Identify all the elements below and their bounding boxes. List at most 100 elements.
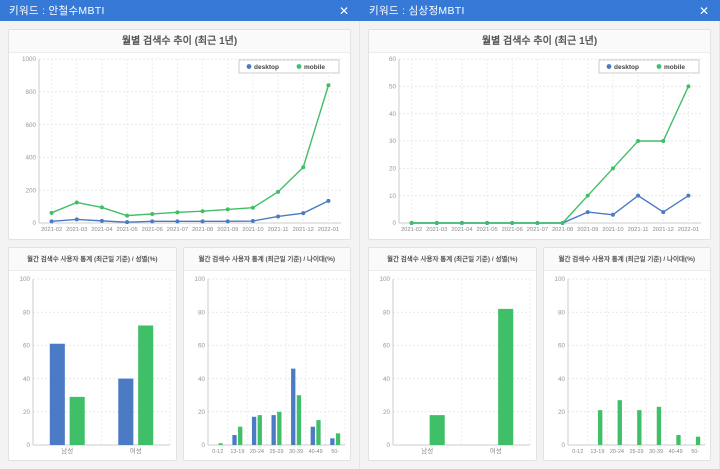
trend-line-chart[interactable]: 0 10 20 30 40 50 60 2021-02 2021-03 2021-04 2021-0… bbox=[369, 53, 710, 238]
svg-text:20: 20 bbox=[23, 409, 31, 416]
panel-header: 키워드 : 안철수MBTI ✕ bbox=[0, 0, 360, 21]
trend-chart-card: 월별 검색수 추이 (최근 1년) 0 200 400 600 800 1000 2021-… bbox=[8, 29, 351, 240]
svg-text:2021-03: 2021-03 bbox=[66, 227, 87, 233]
svg-text:100: 100 bbox=[379, 276, 390, 283]
svg-text:600: 600 bbox=[25, 122, 36, 129]
svg-text:2021-08: 2021-08 bbox=[192, 227, 213, 233]
svg-text:25-29: 25-29 bbox=[269, 449, 283, 455]
svg-text:30-39: 30-39 bbox=[649, 449, 663, 455]
svg-text:60: 60 bbox=[23, 343, 31, 350]
panel-keyword-title: 키워드 : 안철수MBTI bbox=[9, 5, 105, 17]
age-chart-card: 월간 검색수 사용자 통계 (최근일 기준) / 나이대(%) 0 20 40 60 8… bbox=[182, 247, 351, 461]
svg-text:0: 0 bbox=[386, 442, 390, 449]
svg-text:2021-12: 2021-12 bbox=[293, 227, 314, 233]
svg-text:60: 60 bbox=[557, 343, 565, 350]
svg-text:desktop: desktop bbox=[614, 64, 639, 71]
svg-text:0: 0 bbox=[32, 220, 36, 227]
age-chart-card: 월간 검색수 사용자 통계 (최근일 기준) / 나이대(%) 0 20 40 60 8… bbox=[542, 247, 711, 461]
svg-text:2021-09: 2021-09 bbox=[217, 227, 238, 233]
svg-text:desktop: desktop bbox=[254, 64, 279, 71]
svg-text:200: 200 bbox=[25, 187, 36, 194]
svg-text:50-: 50- bbox=[331, 449, 339, 455]
svg-text:2021-11: 2021-11 bbox=[268, 227, 289, 233]
svg-text:80: 80 bbox=[197, 309, 205, 316]
svg-text:20: 20 bbox=[197, 409, 205, 416]
svg-text:mobile: mobile bbox=[304, 64, 325, 71]
svg-text:40: 40 bbox=[389, 111, 397, 118]
svg-text:40-49: 40-49 bbox=[308, 449, 322, 455]
svg-text:2021-07: 2021-07 bbox=[527, 227, 548, 233]
close-icon[interactable]: ✕ bbox=[337, 4, 351, 18]
svg-text:0-12: 0-12 bbox=[212, 449, 223, 455]
svg-text:10: 10 bbox=[389, 193, 397, 200]
gender-bar-chart[interactable]: 0 20 40 60 80 100 남성 여성 bbox=[9, 271, 176, 459]
svg-text:40: 40 bbox=[557, 376, 565, 383]
svg-text:20: 20 bbox=[383, 409, 391, 416]
svg-text:30: 30 bbox=[389, 138, 397, 145]
svg-text:2021-07: 2021-07 bbox=[167, 227, 188, 233]
svg-text:60: 60 bbox=[197, 343, 205, 350]
svg-text:80: 80 bbox=[557, 309, 565, 316]
svg-text:40: 40 bbox=[197, 376, 205, 383]
svg-text:800: 800 bbox=[25, 89, 36, 96]
trend-chart-card: 월별 검색수 추이 (최근 1년) 0 10 20 30 40 50 60 2021-02 20… bbox=[368, 29, 711, 240]
svg-text:2022-01: 2022-01 bbox=[678, 227, 699, 233]
svg-text:13-19: 13-19 bbox=[230, 449, 244, 455]
svg-text:2021-05: 2021-05 bbox=[116, 227, 137, 233]
close-icon[interactable]: ✕ bbox=[697, 4, 711, 18]
svg-text:30-39: 30-39 bbox=[289, 449, 303, 455]
svg-text:남성: 남성 bbox=[61, 446, 73, 455]
svg-text:50: 50 bbox=[389, 84, 397, 91]
panel-body: 월별 검색수 추이 (최근 1년) 0 200 400 600 800 1000 2021-… bbox=[0, 21, 360, 469]
gender-chart-card: 월간 검색수 사용자 통계 (최근일 기준) / 성별(%) 0 20 40 60 80… bbox=[8, 247, 177, 461]
svg-text:2021-10: 2021-10 bbox=[602, 227, 623, 233]
svg-text:2021-06: 2021-06 bbox=[502, 227, 523, 233]
age-bar-chart[interactable]: 0 20 40 60 80 100 0-12 13-19 20-24 25-29 30-39 40-4… bbox=[184, 271, 351, 459]
gender-chart-card: 월간 검색수 사용자 통계 (최근일 기준) / 성별(%) 0 20 40 60 80… bbox=[368, 247, 537, 461]
svg-text:20: 20 bbox=[389, 166, 397, 173]
svg-text:60: 60 bbox=[389, 56, 397, 63]
svg-text:1000: 1000 bbox=[22, 56, 37, 63]
svg-text:80: 80 bbox=[23, 309, 31, 316]
svg-text:80: 80 bbox=[383, 309, 391, 316]
svg-text:60: 60 bbox=[383, 343, 391, 350]
svg-text:여성: 여성 bbox=[130, 446, 142, 455]
svg-text:0-12: 0-12 bbox=[572, 449, 583, 455]
panel-body: 월별 검색수 추이 (최근 1년) 0 10 20 30 40 50 60 2021-02 20… bbox=[360, 21, 720, 469]
svg-text:0: 0 bbox=[26, 442, 30, 449]
svg-text:2021-04: 2021-04 bbox=[451, 227, 473, 233]
keyword-panel-left: 키워드 : 안철수MBTI ✕ 월별 검색수 추이 (최근 1년) 0 200 40… bbox=[0, 0, 360, 469]
age-chart-title: 월간 검색수 사용자 통계 (최근일 기준) / 나이대(%) bbox=[183, 248, 350, 271]
svg-text:2021-06: 2021-06 bbox=[142, 227, 163, 233]
gender-bar-chart[interactable]: 0 20 40 60 80 100 남성 여성 bbox=[369, 271, 536, 459]
stats-row: 월간 검색수 사용자 통계 (최근일 기준) / 성별(%) 0 20 40 60 80… bbox=[368, 247, 711, 461]
svg-text:0: 0 bbox=[201, 442, 205, 449]
trend-chart-title: 월별 검색수 추이 (최근 1년) bbox=[369, 30, 710, 53]
svg-text:2021-02: 2021-02 bbox=[41, 227, 62, 233]
svg-text:여성: 여성 bbox=[490, 446, 502, 455]
trend-chart-title: 월별 검색수 추이 (최근 1년) bbox=[9, 30, 350, 53]
svg-text:100: 100 bbox=[19, 276, 30, 283]
svg-text:20: 20 bbox=[557, 409, 565, 416]
gender-chart-title: 월간 검색수 사용자 통계 (최근일 기준) / 성별(%) bbox=[369, 248, 536, 271]
svg-text:2021-03: 2021-03 bbox=[426, 227, 447, 233]
svg-text:2021-04: 2021-04 bbox=[91, 227, 113, 233]
age-bar-chart[interactable]: 0 20 40 60 80 100 0-12 13-19 20-24 25-29 30-39 40-4… bbox=[544, 271, 711, 459]
svg-text:20-24: 20-24 bbox=[249, 449, 263, 455]
svg-text:2021-11: 2021-11 bbox=[628, 227, 649, 233]
svg-text:40: 40 bbox=[383, 376, 391, 383]
svg-text:2021-05: 2021-05 bbox=[476, 227, 497, 233]
svg-text:남성: 남성 bbox=[421, 446, 433, 455]
svg-text:0: 0 bbox=[561, 442, 565, 449]
svg-text:2022-01: 2022-01 bbox=[318, 227, 339, 233]
svg-text:100: 100 bbox=[194, 276, 205, 283]
stats-row: 월간 검색수 사용자 통계 (최근일 기준) / 성별(%) 0 20 40 60 80… bbox=[8, 247, 351, 461]
svg-text:100: 100 bbox=[554, 276, 565, 283]
trend-line-chart[interactable]: 0 200 400 600 800 1000 2021-02 2021-03 2021-04 20… bbox=[9, 53, 350, 238]
svg-text:50-: 50- bbox=[691, 449, 699, 455]
svg-text:2021-09: 2021-09 bbox=[577, 227, 598, 233]
panel-header: 키워드 : 심상정MBTI ✕ bbox=[360, 0, 720, 21]
svg-text:0: 0 bbox=[392, 220, 396, 227]
svg-text:2021-10: 2021-10 bbox=[242, 227, 263, 233]
svg-text:40: 40 bbox=[23, 376, 31, 383]
